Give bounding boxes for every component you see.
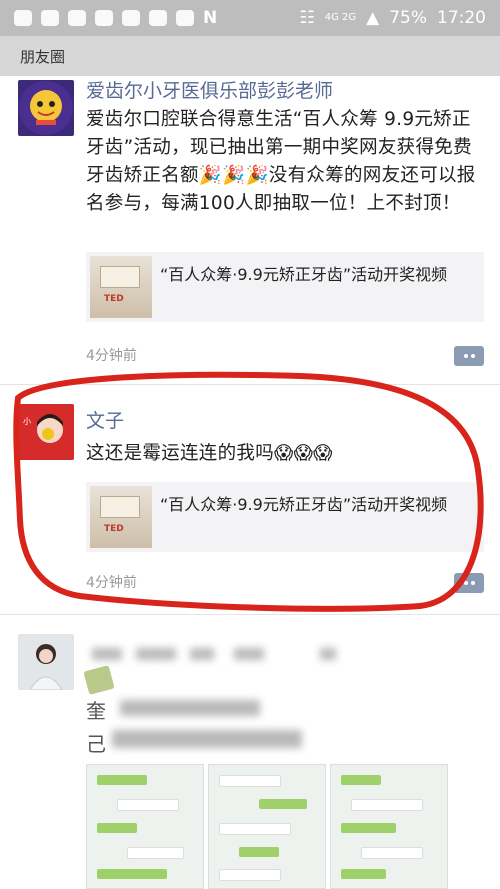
comment-icon[interactable] — [454, 573, 484, 593]
divider — [0, 384, 500, 385]
post-text: 这还是霉运连连的我吗😱😱😱 — [86, 443, 333, 464]
avatar[interactable] — [18, 80, 74, 136]
status-bar: N ☷ 4G 2G ▲ 75% 17:20 — [0, 0, 500, 36]
video-thumbnail: TED — [90, 486, 152, 548]
wechat-icon — [95, 10, 113, 26]
clock: 17:20 — [437, 8, 486, 28]
post-time: 4分钟前 — [86, 575, 137, 591]
image-thumbnail[interactable] — [86, 764, 204, 889]
svg-text:小: 小 — [23, 417, 31, 426]
author-name[interactable]: 文子 — [86, 406, 124, 433]
wechat-icon — [176, 10, 194, 26]
network-type: 4G 2G — [324, 12, 357, 23]
link-title: “百人众筹·9.9元矫正牙齿”活动开奖视频 — [160, 265, 448, 284]
link-title: “百人众筹·9.9元矫正牙齿”活动开奖视频 — [160, 495, 448, 514]
wechat-icon — [122, 10, 140, 26]
shared-link-card[interactable]: TED “百人众筹·9.9元矫正牙齿”活动开奖视频 — [86, 482, 484, 552]
shared-link-card[interactable]: TED “百人众筹·9.9元矫正牙齿”活动开奖视频 — [86, 252, 484, 322]
wifi-icon: ☷ — [299, 8, 315, 28]
notification-icons: N — [14, 8, 217, 28]
video-thumbnail: TED — [90, 256, 152, 318]
author-name[interactable]: 爱齿尔小牙医俱乐部彭彭老师 — [86, 76, 333, 103]
wechat-icon — [149, 10, 167, 26]
page-title: 朋友圈 — [20, 47, 66, 66]
post-time: 4分钟前 — [86, 348, 137, 364]
chat-icon — [14, 10, 32, 26]
avatar[interactable]: 小 — [18, 404, 74, 460]
divider — [0, 614, 500, 615]
n-icon: N — [203, 8, 218, 28]
gallery-icon — [41, 10, 59, 26]
comment-icon[interactable] — [454, 346, 484, 366]
image-thumbnail[interactable] — [208, 764, 326, 889]
post-text: 爱齿尔口腔联合得意生活“百人众筹 9.9元矫正牙齿”活动，现已抽出第一期中奖网友… — [86, 109, 476, 214]
image-thumbnail[interactable] — [330, 764, 448, 889]
battery-percent: 75% — [389, 8, 427, 28]
money-icon — [83, 665, 115, 695]
signal-icon: ▲ — [366, 8, 380, 28]
blurred-text-fragment: 己 — [86, 732, 106, 756]
blurred-text-fragment: 奎 — [86, 699, 106, 723]
moments-header: 朋友圈 — [0, 36, 500, 76]
avatar[interactable] — [18, 634, 74, 690]
wechat-icon — [68, 10, 86, 26]
